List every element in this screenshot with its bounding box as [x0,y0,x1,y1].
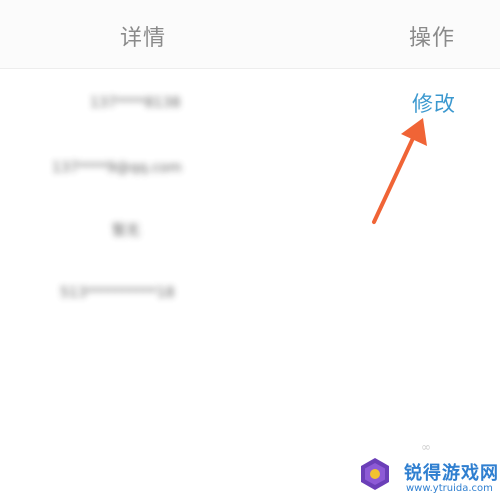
column-header-detail: 详情 [120,26,167,51]
table-row-id: 513**********18 [0,275,500,315]
watermark-url: www.ytruida.com [406,483,493,494]
table-row-status: 暂无 [0,210,500,250]
edit-button[interactable]: 修改 [412,88,456,118]
watermark-title: 锐得游戏网 [404,463,499,484]
table-row-email: 137****9@qq.com [0,150,500,190]
email-value: 137****9@qq.com [52,160,182,176]
table-row-phone: 137****8138 修改 [0,85,500,125]
watermark: 锐得游戏网 www.ytruida.com [352,455,500,500]
table-header: 详情 操作 [0,0,500,69]
status-value: 暂无 [112,223,140,239]
watermark-logo-icon [361,458,389,490]
column-header-action: 操作 [409,26,456,51]
decorative-mark: ∞ [421,440,431,454]
pointer-arrow-icon [372,118,427,224]
phone-value: 137****8138 [90,95,181,111]
id-value: 513**********18 [60,285,175,301]
